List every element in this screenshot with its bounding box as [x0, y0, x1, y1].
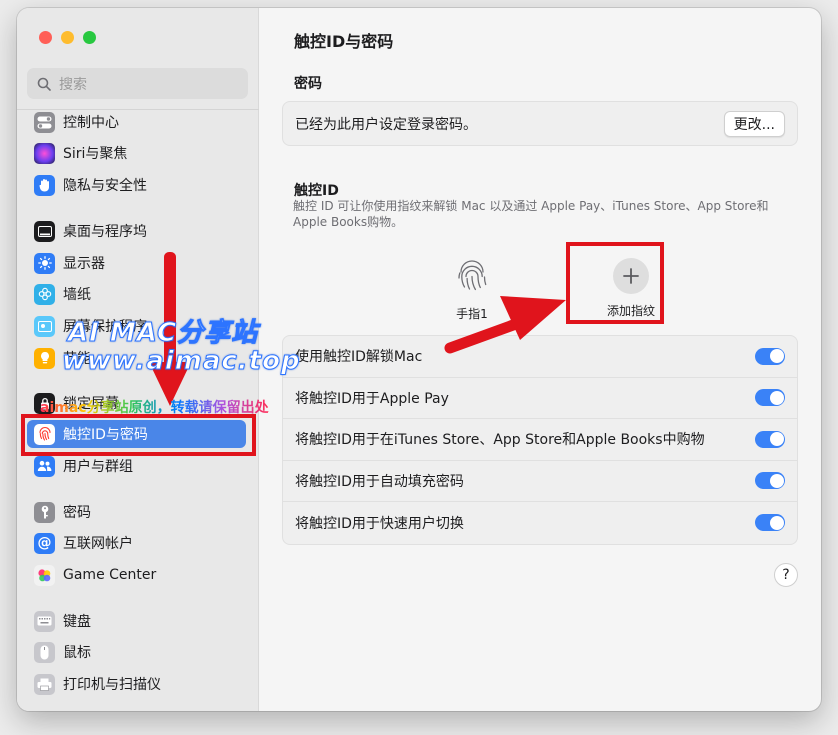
watermark-note: aimac分享站原创，转载请保留出处	[40, 397, 269, 417]
watermark-url: www.aimac.top	[62, 346, 301, 377]
watermark-title: AI MAC分享站	[67, 318, 259, 349]
arrow-right-icon	[444, 296, 566, 354]
